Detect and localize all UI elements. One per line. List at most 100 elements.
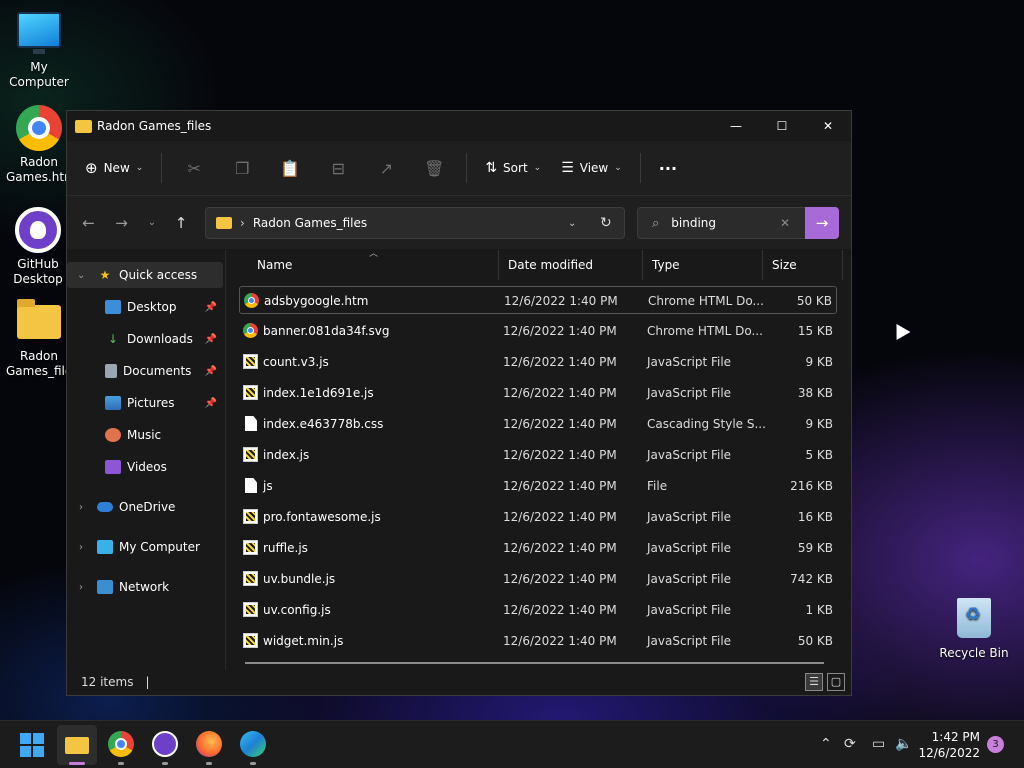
sidebar-item-videos[interactable]: Videos: [67, 454, 223, 480]
file-row[interactable]: widget.min.js 12/6/2022 1:40 PM JavaScript…: [239, 627, 837, 655]
new-button[interactable]: ⊕ New ⌄: [85, 152, 153, 184]
minimize-button[interactable]: —: [713, 111, 759, 141]
file-row[interactable]: banner.081da34f.svg 12/6/2022 1:40 PM Chro…: [239, 317, 837, 345]
file-type: Chrome HTML Do...: [647, 324, 763, 338]
taskbar-firefox[interactable]: [196, 731, 222, 757]
desktop-icon-github-desktop[interactable]: GitHub Desktop: [0, 207, 76, 287]
address-dropdown-icon[interactable]: ⌄: [568, 218, 576, 229]
rename-icon[interactable]: ⊟: [314, 159, 362, 178]
cut-icon[interactable]: ✂: [170, 159, 218, 178]
pin-icon[interactable]: 📌: [205, 366, 217, 377]
up-arrow-icon[interactable]: ↑: [166, 214, 196, 232]
title-bar[interactable]: Radon Games_files — ☐ ✕: [67, 111, 851, 141]
file-type: JavaScript File: [647, 541, 732, 555]
file-row[interactable]: js 12/6/2022 1:40 PM File 216 KB: [239, 472, 837, 500]
file-row[interactable]: count.v3.js 12/6/2022 1:40 PM JavaScript F…: [239, 348, 837, 376]
search-submit-button[interactable]: →: [805, 207, 839, 239]
system-clock[interactable]: 1:42 PM 12/6/2022: [918, 729, 980, 761]
desktop-icon-recycle-bin[interactable]: Recycle Bin: [936, 598, 1012, 661]
search-box[interactable]: ⌕ binding ✕ →: [637, 207, 839, 239]
delete-icon[interactable]: 🗑: [410, 159, 458, 178]
breadcrumb[interactable]: Radon Games_files: [253, 216, 367, 230]
tiles-view-button[interactable]: ▢: [827, 673, 845, 691]
view-button[interactable]: ☰ View ⌄: [551, 152, 632, 184]
sort-button[interactable]: ⇅ Sort ⌄: [475, 152, 551, 184]
back-arrow-icon[interactable]: ←: [72, 214, 105, 232]
file-row[interactable]: uv.bundle.js 12/6/2022 1:40 PM JavaScript …: [239, 565, 837, 593]
javascript-file-icon: [243, 540, 258, 555]
column-header-name[interactable]: Name: [248, 250, 499, 280]
file-type: JavaScript File: [647, 355, 732, 369]
star-icon: ★: [99, 268, 111, 282]
close-button[interactable]: ✕: [805, 111, 851, 141]
file-row[interactable]: index.1e1d691e.js 12/6/2022 1:40 PM JavaSc…: [239, 379, 837, 407]
pane-divider[interactable]: [225, 250, 226, 670]
chrome-file-icon: [244, 293, 259, 308]
folder-icon: [216, 217, 232, 229]
sidebar-item-desktop[interactable]: Desktop 📌: [67, 294, 223, 320]
volume-icon[interactable]: 🔈: [895, 736, 912, 752]
sidebar-item-documents[interactable]: Documents 📌: [67, 358, 223, 384]
file-date-modified: 12/6/2022 1:40 PM: [503, 417, 617, 431]
app-running-indicator: [162, 762, 168, 765]
file-date-modified: 12/6/2022 1:40 PM: [503, 386, 617, 400]
network-icon: [97, 580, 113, 594]
copy-icon[interactable]: ❐: [218, 159, 266, 178]
sidebar-item-quick-access[interactable]: ⌄ ★ Quick access: [67, 262, 223, 288]
address-bar[interactable]: › Radon Games_files ⌄ ↻: [205, 207, 625, 239]
horizontal-scrollbar[interactable]: [245, 662, 824, 664]
sidebar-item-network[interactable]: › Network: [67, 574, 223, 600]
sync-icon[interactable]: ⟳: [844, 736, 856, 752]
file-type: JavaScript File: [647, 448, 732, 462]
column-header-date-modified[interactable]: Date modified: [499, 250, 643, 280]
sidebar-item-onedrive[interactable]: › OneDrive: [67, 494, 223, 520]
taskbar-github-desktop[interactable]: [152, 731, 178, 757]
pin-icon[interactable]: 📌: [205, 398, 217, 409]
clock-date: 12/6/2022: [918, 746, 980, 760]
taskbar-edge[interactable]: [240, 731, 266, 757]
network-status-icon[interactable]: ▭: [872, 736, 885, 752]
column-header-type[interactable]: Type: [643, 250, 763, 280]
file-row[interactable]: index.js 12/6/2022 1:40 PM JavaScript File…: [239, 441, 837, 469]
sidebar-item-music[interactable]: Music: [67, 422, 223, 448]
file-name: uv.config.js: [263, 603, 331, 617]
forward-arrow-icon[interactable]: →: [105, 214, 138, 232]
taskbar-chrome[interactable]: [108, 731, 134, 757]
file-row[interactable]: adsbygoogle.htm 12/6/2022 1:40 PM Chrome H…: [239, 286, 837, 314]
pin-icon[interactable]: 📌: [205, 334, 217, 345]
file-explorer-window: Radon Games_files — ☐ ✕ ⊕ New ⌄ ✂ ❐ 📋 ⊟ …: [66, 110, 852, 696]
desktop-icon-label: GitHub Desktop: [13, 257, 63, 286]
window-title: Radon Games_files: [97, 119, 212, 133]
desktop-icon-my-computer[interactable]: My Computer: [1, 12, 77, 90]
maximize-button[interactable]: ☐: [759, 111, 805, 141]
share-icon[interactable]: ↗: [362, 159, 410, 178]
paste-icon[interactable]: 📋: [266, 159, 314, 178]
file-size: 1 KB: [805, 603, 833, 617]
sidebar-item-pictures[interactable]: Pictures 📌: [67, 390, 223, 416]
file-date-modified: 12/6/2022 1:40 PM: [503, 634, 617, 648]
recent-chevron-icon[interactable]: ⌄: [138, 217, 166, 228]
file-name: ruffle.js: [263, 541, 308, 555]
file-row[interactable]: index.e463778b.css 12/6/2022 1:40 PM Casca…: [239, 410, 837, 438]
recycle-bin-icon: [957, 598, 991, 638]
file-type: JavaScript File: [647, 572, 732, 586]
chrome-file-icon: [243, 323, 258, 338]
file-row[interactable]: ruffle.js 12/6/2022 1:40 PM JavaScript Fil…: [239, 534, 837, 562]
sidebar-item-downloads[interactable]: ↓ Downloads 📌: [67, 326, 223, 352]
details-view-button[interactable]: ☰: [805, 673, 823, 691]
file-row[interactable]: pro.fontawesome.js 12/6/2022 1:40 PM JavaS…: [239, 503, 837, 531]
search-input[interactable]: binding: [671, 216, 716, 230]
start-button[interactable]: [20, 733, 44, 757]
more-options-button[interactable]: ···: [649, 152, 687, 184]
notification-badge[interactable]: 3: [987, 736, 1004, 753]
taskbar: ⌃ ⟳ ▭ 🔈 1:42 PM 12/6/2022 3: [0, 720, 1024, 768]
clear-search-icon[interactable]: ✕: [780, 216, 790, 230]
folder-icon: [65, 737, 89, 754]
refresh-icon[interactable]: ↻: [600, 215, 612, 231]
pin-icon[interactable]: 📌: [205, 302, 217, 313]
column-header-size[interactable]: Size: [763, 250, 843, 280]
taskbar-file-explorer[interactable]: [57, 725, 97, 765]
file-row[interactable]: uv.config.js 12/6/2022 1:40 PM JavaScript …: [239, 596, 837, 624]
show-hidden-icons-chevron[interactable]: ⌃: [820, 736, 832, 752]
sidebar-item-my-computer[interactable]: › My Computer: [67, 534, 223, 560]
